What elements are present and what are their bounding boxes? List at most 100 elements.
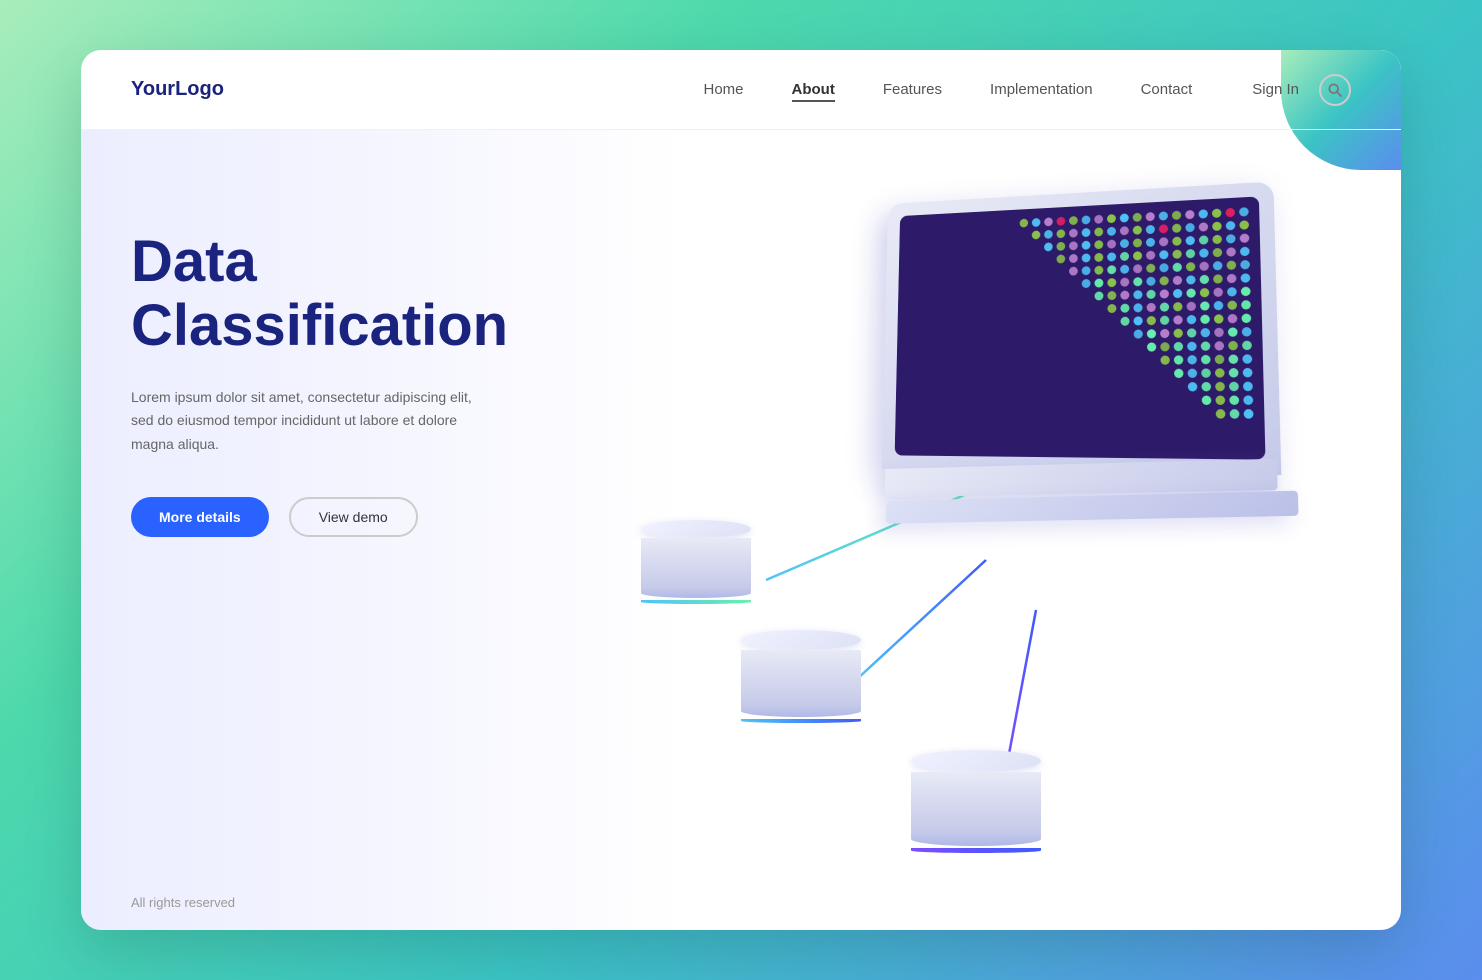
dot [1239, 207, 1249, 217]
dot [1094, 215, 1103, 224]
dot [1240, 233, 1250, 243]
dot [1214, 301, 1224, 311]
nav-right: Sign In [1252, 74, 1351, 106]
dot [1160, 342, 1169, 351]
dot-row [1095, 287, 1251, 301]
dot [1095, 291, 1104, 300]
dot [1239, 220, 1249, 230]
dot-row [1082, 273, 1251, 288]
dot [1082, 241, 1091, 250]
dot [1159, 263, 1168, 272]
dot [1172, 224, 1181, 233]
dot-row [1188, 382, 1253, 392]
dot [1244, 409, 1254, 419]
dot [1069, 229, 1078, 238]
dot [1082, 279, 1091, 288]
logo: YourLogo [131, 78, 224, 101]
dot [1107, 265, 1116, 274]
dot [1160, 329, 1169, 338]
dot [1228, 314, 1238, 324]
nav-implementation[interactable]: Implementation [990, 81, 1093, 99]
db-cylinder-3 [911, 750, 1041, 853]
dot [1215, 382, 1225, 392]
dot [1201, 328, 1211, 337]
monitor-body [882, 181, 1282, 475]
sign-in-link[interactable]: Sign In [1252, 81, 1299, 98]
dot [1133, 264, 1142, 273]
main-card: YourLogo Home About Features Implementat… [81, 50, 1401, 930]
nav-contact[interactable]: Contact [1141, 81, 1193, 99]
dot [1159, 237, 1168, 246]
dot [1187, 328, 1197, 337]
dot [1082, 253, 1091, 262]
dot [1173, 263, 1182, 272]
navbar: YourLogo Home About Features Implementat… [81, 50, 1401, 130]
footer: All rights reserved [131, 895, 235, 910]
dot [1213, 261, 1223, 271]
dot [1215, 395, 1225, 405]
dot [1226, 234, 1236, 244]
dot [1229, 368, 1239, 378]
dot [1120, 226, 1129, 235]
dot [1215, 368, 1225, 378]
dot [1230, 409, 1240, 419]
dot [1242, 327, 1252, 337]
dot [1199, 248, 1209, 257]
dot [1173, 276, 1182, 285]
dot [1032, 230, 1041, 239]
nav-home[interactable]: Home [703, 81, 743, 99]
dot [1186, 236, 1195, 245]
dot [1227, 260, 1237, 270]
monitor-screen [895, 196, 1266, 459]
dot [1173, 302, 1182, 311]
dot [1044, 230, 1053, 239]
dot [1147, 303, 1156, 312]
dot [1225, 208, 1235, 218]
dot [1228, 354, 1238, 364]
dot [1241, 300, 1251, 310]
dot [1069, 241, 1078, 250]
dot [1146, 225, 1155, 234]
dot [1133, 277, 1142, 286]
dot [1241, 287, 1251, 297]
dot [1044, 217, 1053, 226]
dot [1198, 209, 1207, 218]
dot [1226, 247, 1236, 257]
dot [1240, 247, 1250, 257]
dot [1212, 235, 1222, 245]
dot [1107, 304, 1116, 313]
dot [1188, 382, 1198, 391]
dot [1146, 264, 1155, 273]
dot [1240, 260, 1250, 270]
dot [1107, 278, 1116, 287]
dot [1241, 314, 1251, 324]
dot [1120, 252, 1129, 261]
nav-features[interactable]: Features [883, 81, 942, 99]
dot [1187, 342, 1197, 351]
dot [1202, 396, 1212, 405]
dot [1133, 290, 1142, 299]
dot [1082, 215, 1091, 224]
dot [1069, 254, 1078, 263]
dot [1185, 223, 1194, 232]
dot [1173, 329, 1182, 338]
dot [1200, 275, 1210, 284]
search-button[interactable] [1319, 74, 1351, 106]
dot [1187, 355, 1197, 364]
nav-about[interactable]: About [792, 81, 835, 99]
dot [1215, 355, 1225, 365]
more-details-button[interactable]: More details [131, 497, 269, 537]
view-demo-button[interactable]: View demo [289, 497, 418, 537]
dot-row [1174, 368, 1253, 378]
dot [1057, 242, 1066, 251]
hero-section: Data Classification Lorem ipsum dolor si… [81, 130, 1401, 930]
dot [1020, 219, 1029, 228]
dot [1212, 222, 1222, 232]
dot [1146, 251, 1155, 260]
dot [1188, 369, 1198, 378]
dot [1120, 213, 1129, 222]
dot [1057, 217, 1066, 226]
dot [1173, 315, 1182, 324]
nav-links: Home About Features Implementation Conta… [703, 81, 1192, 99]
dot [1174, 369, 1183, 378]
